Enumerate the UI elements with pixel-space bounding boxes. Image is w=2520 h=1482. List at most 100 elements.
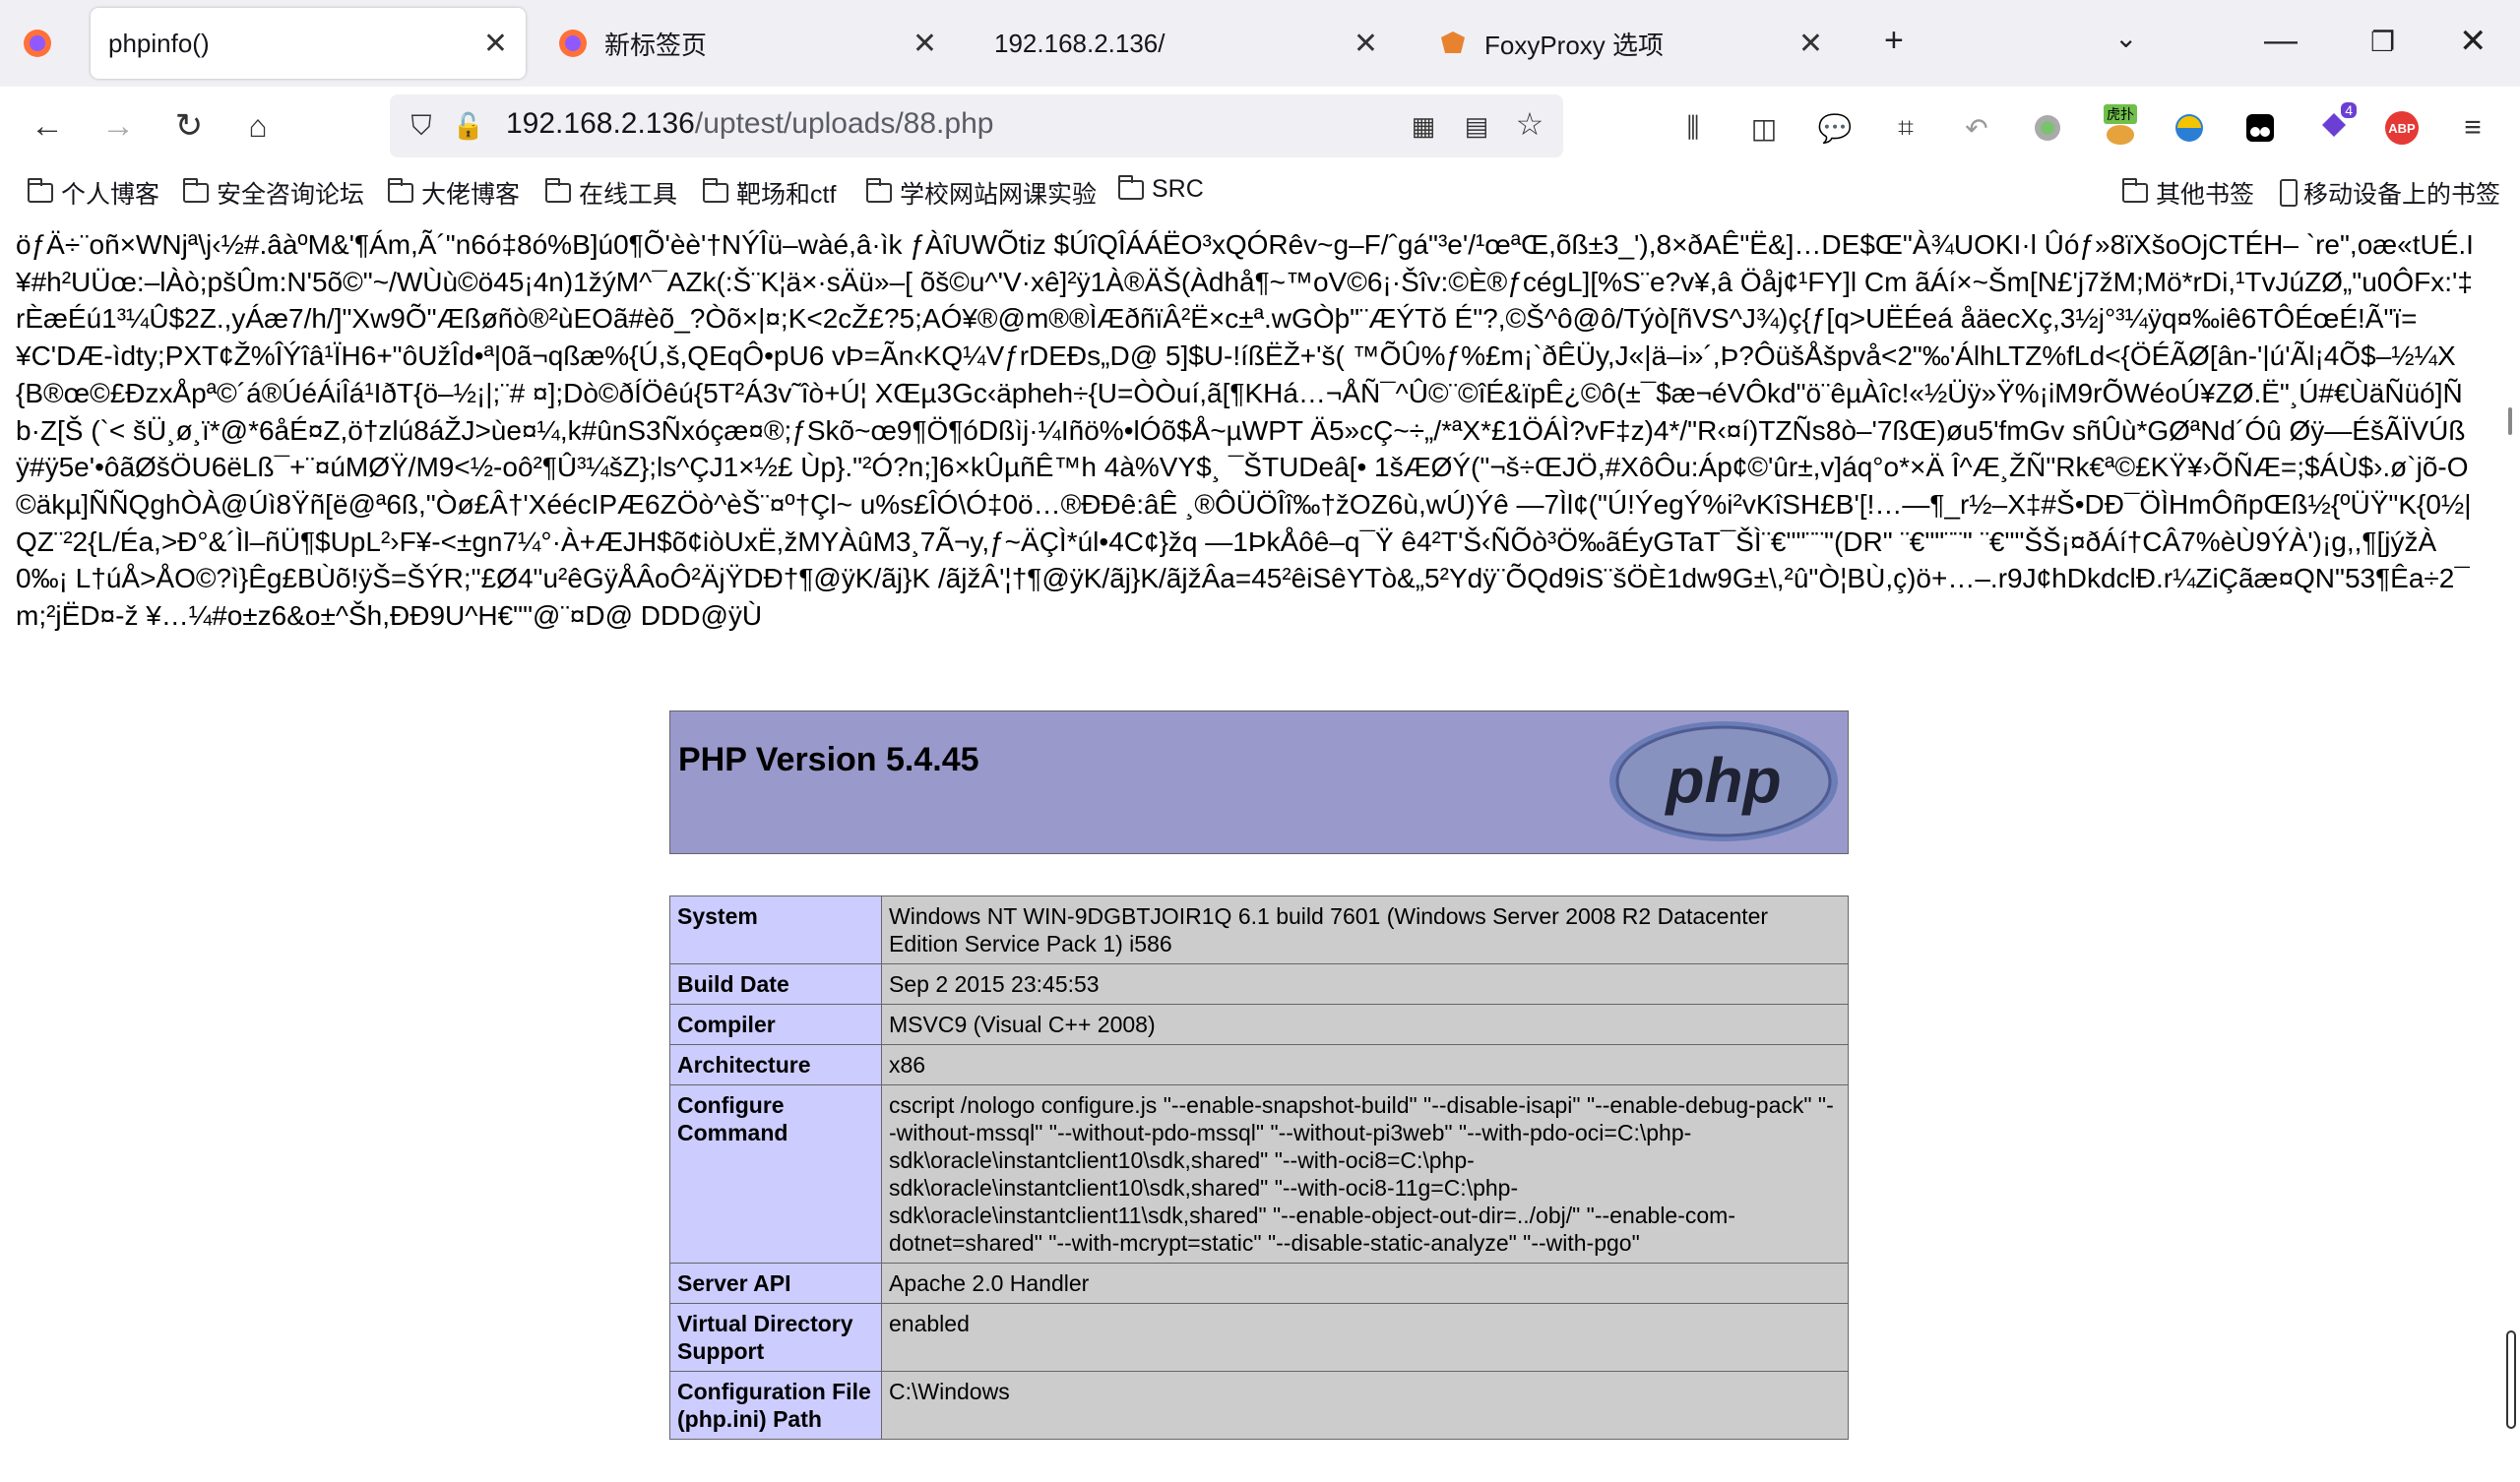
page-content: öƒÄ÷¨oñ×WNjª\j‹½#.âàºM&'¶Ám,Ã´"n6ó‡8ó%B]… [0,218,2500,1482]
bookmark-folder[interactable]: SRC [1118,174,1204,204]
row-key: Virtual Directory Support [669,1303,882,1372]
bookmark-label: 在线工具 [579,181,678,209]
close-window-icon[interactable]: ✕ [2459,22,2488,61]
row-value: C:\Windows [881,1371,1849,1440]
tab-label: 192.168.2.136/ [994,28,1166,58]
bookmark-label: SRC [1152,175,1204,203]
new-tab-icon[interactable]: + [1884,22,1904,60]
row-key: Configuration File (php.ini) Path [669,1371,882,1440]
tab-ip[interactable]: 192.168.2.136/ ✕ [973,8,1396,79]
folder-icon [703,178,728,203]
scrollbar-thumb[interactable] [2506,1330,2516,1429]
tab-label: FoxyProxy 选项 [1484,30,1665,60]
url-text[interactable]: 192.168.2.136/uptest/uploads/88.php [506,107,993,141]
bookmark-folder[interactable]: 大佬博客 [388,175,520,211]
abp-label: ABP [2385,111,2419,145]
reader-view-icon[interactable]: ▤ [1459,108,1494,144]
row-value: Windows NT WIN-9DGBTJOIR1Q 6.1 build 760… [881,895,1849,964]
hupu-extension-icon[interactable]: 虎扑 [2099,102,2142,148]
folder-icon [1118,174,1144,200]
folder-icon [388,178,413,203]
bookmark-label: 大佬博客 [421,181,521,209]
chevron-down-icon[interactable]: ⌄ [2114,22,2137,54]
mobile-bookmarks[interactable]: 移动设备上的书签 [2280,175,2500,211]
row-key: System [669,895,882,964]
sidebar-icon[interactable]: ◫ [1744,108,1784,148]
reload-icon[interactable]: ↻ [169,106,209,146]
table-row: Configuration File (php.ini) Path C:\Wind… [669,1371,1849,1440]
bookmark-folder[interactable]: 学校网站网课实验 [866,175,1097,211]
folder-icon [28,178,53,203]
forward-icon[interactable]: → [98,106,138,146]
table-row: Configure Command cscript /nologo configu… [669,1084,1849,1264]
notification-count: 4 [2341,102,2357,118]
bookmark-folder[interactable]: 在线工具 [545,175,677,211]
tab-new[interactable]: 新标签页 ✕ [537,8,955,79]
vertical-scrollbar[interactable] [2500,218,2520,1482]
tab-bar: phpinfo() ✕ 新标签页 ✕ 192.168.2.136/ ✕ Foxy… [0,0,2520,87]
crop-icon[interactable]: ⌗ [1886,108,1925,148]
table-row: Build Date Sep 2 2015 23:45:53 [669,963,1849,1005]
bookmark-star-icon[interactable]: ☆ [1512,106,1547,142]
table-row: Virtual Directory Support enabled [669,1303,1849,1372]
tab-label: 新标签页 [604,30,708,60]
other-bookmarks[interactable]: 其他书签 [2122,175,2254,211]
home-icon[interactable]: ⌂ [238,106,278,146]
insecure-lock-icon[interactable]: 🔓 [451,108,486,144]
purple-extension-icon[interactable]: 4 [2311,102,2357,148]
folder-icon [545,178,571,203]
row-value: enabled [881,1303,1849,1372]
close-icon[interactable]: ✕ [1354,27,1378,61]
tampermonkey-icon[interactable] [2240,108,2280,148]
bookmarks-bar: 个人博客 安全咨询论坛 大佬博客 在线工具 靶场和ctf 学校网站网课实验 SR… [0,167,2520,219]
scroll-marker [2508,407,2512,435]
extension-circle-icon[interactable] [2028,108,2067,148]
bookmark-label: 安全咨询论坛 [217,181,365,209]
bookmark-label: 学校网站网课实验 [900,181,1098,209]
row-key: Server API [669,1263,882,1304]
library-icon[interactable]: ⫼ [1673,108,1713,148]
mobile-icon [2280,179,2298,207]
url-bar[interactable]: ⛉ 🔓 192.168.2.136/uptest/uploads/88.php … [390,94,1563,157]
close-icon[interactable]: ✕ [913,27,937,61]
bookmark-folder[interactable]: 安全咨询论坛 [183,175,364,211]
table-row: Architecture x86 [669,1044,1849,1085]
bookmark-folder[interactable]: 靶场和ctf [703,175,836,211]
row-key: Compiler [669,1004,882,1045]
firefox-menu-icon[interactable] [20,26,55,61]
row-key: Architecture [669,1044,882,1085]
close-icon[interactable]: ✕ [1798,27,1823,61]
php-logo-text: php [1664,745,1781,816]
bookmark-label: 个人博客 [61,181,160,209]
foxyproxy-icon [1437,28,1469,59]
url-path: /uptest/uploads/88.php [694,107,994,140]
back-icon[interactable]: ← [28,106,67,146]
adblock-plus-icon[interactable]: ABP [2382,108,2422,148]
row-value: Sep 2 2015 23:45:53 [881,963,1849,1005]
php-version-title: PHP Version 5.4.45 [678,741,979,778]
row-key: Build Date [669,963,882,1005]
table-row: Compiler MSVC9 (Visual C++ 2008) [669,1004,1849,1045]
tab-phpinfo[interactable]: phpinfo() ✕ [91,8,526,79]
minimize-icon[interactable]: — [2264,22,2298,60]
menu-icon[interactable]: ≡ [2453,108,2492,148]
bookmark-label: 其他书签 [2156,181,2255,209]
bookmark-label: 靶场和ctf [736,181,837,209]
tab-label: phpinfo() [108,28,210,58]
table-row: System Windows NT WIN-9DGBTJOIR1Q 6.1 bui… [669,895,1849,964]
bookmark-label: 移动设备上的书签 [2303,181,2501,209]
chat-icon[interactable]: 💬 [1815,108,1855,148]
qr-code-icon[interactable]: ▦ [1406,108,1441,144]
folder-icon [183,178,209,203]
binary-garbage-text: öƒÄ÷¨oñ×WNjª\j‹½#.âàºM&'¶Ám,Ã´"n6ó‡8ó%B]… [16,229,2474,632]
restore-icon[interactable]: ❐ [2370,26,2395,58]
tab-foxyproxy[interactable]: FoxyProxy 选项 ✕ [1418,8,1841,79]
php-logo[interactable]: php [1607,719,1840,843]
folder-icon [866,178,892,203]
firefox-icon [557,28,589,59]
bookmark-folder[interactable]: 个人博客 [28,175,159,211]
undo-icon[interactable]: ↶ [1957,108,1996,148]
close-icon[interactable]: ✕ [483,27,508,61]
colorful-extension-icon[interactable] [2170,108,2209,148]
shield-icon[interactable]: ⛉ [404,108,439,144]
